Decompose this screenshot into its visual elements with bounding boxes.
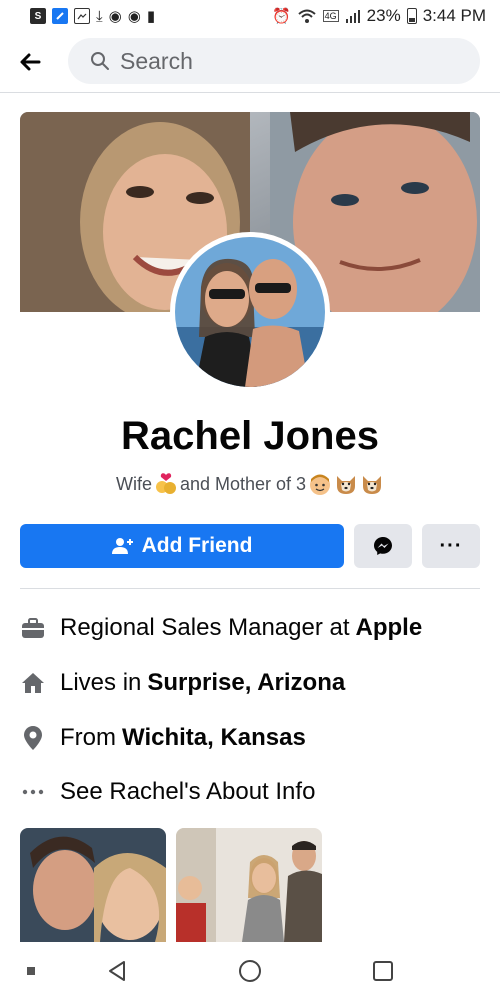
from-prefix: From xyxy=(60,724,116,751)
wifi-icon xyxy=(297,9,316,23)
message-button[interactable] xyxy=(354,524,412,568)
profile-picture[interactable] xyxy=(170,232,330,392)
more-dots-icon xyxy=(20,779,46,805)
nav-back-button[interactable] xyxy=(104,958,130,984)
facebook-icon xyxy=(52,8,68,24)
top-bar xyxy=(0,38,500,86)
bio-text-wife: Wife xyxy=(115,473,152,494)
more-options-button[interactable]: ··· xyxy=(422,524,480,568)
back-button[interactable] xyxy=(0,38,60,86)
actions-divider xyxy=(20,588,480,589)
photo-thumbnail[interactable] xyxy=(176,828,322,942)
download-icon: ⤓ xyxy=(96,7,103,25)
status-bar: S ⤓ ◉ ◉ ▮ ⏰ 4G 23% 3:44 PM xyxy=(0,0,500,32)
profile-bio: Wife and Mother of 3 xyxy=(0,472,500,496)
back-arrow-icon xyxy=(20,53,41,71)
intro-from: From Wichita, Kansas xyxy=(20,720,480,756)
home-icon xyxy=(20,670,46,696)
alarm-icon: ⏰ xyxy=(271,7,291,25)
eye-icon: ◉ xyxy=(108,7,122,25)
dog-emoji-icon xyxy=(363,476,382,494)
header-divider xyxy=(0,92,500,93)
work-company[interactable]: Apple xyxy=(356,614,423,642)
intro-work: Regional Sales Manager at Apple xyxy=(20,610,480,646)
search-input[interactable] xyxy=(120,47,440,75)
search-bar[interactable] xyxy=(68,38,480,84)
status-time: 3:44 PM xyxy=(422,6,486,25)
briefcase-icon xyxy=(20,615,46,641)
messenger-icon xyxy=(374,537,392,555)
profile-name: Rachel Jones xyxy=(121,414,379,458)
about-info-label: See Rachel's About Info xyxy=(60,778,316,805)
nav-dot-icon xyxy=(26,966,36,976)
boy-emoji-icon xyxy=(310,474,331,495)
nav-recents-icon xyxy=(373,961,393,981)
network-type: 4G xyxy=(322,10,339,22)
location-pin-icon xyxy=(20,725,46,751)
s-app-icon: S xyxy=(30,8,46,24)
intro-lives-in: Lives in Surprise, Arizona xyxy=(20,665,480,701)
nav-back-icon xyxy=(109,961,125,981)
status-notifications: S ⤓ ◉ ◉ ▮ xyxy=(30,8,155,24)
nav-home-button[interactable] xyxy=(237,958,263,984)
photo-thumbnail[interactable] xyxy=(20,828,166,942)
search-icon xyxy=(91,52,109,70)
nav-recents-button[interactable] xyxy=(370,958,396,984)
from-place[interactable]: Wichita, Kansas xyxy=(122,724,306,752)
work-prefix: Regional Sales Manager at xyxy=(60,614,350,641)
bio-text-mother: and Mother of 3 xyxy=(179,473,307,494)
eye-icon: ◉ xyxy=(127,7,141,25)
add-friend-button[interactable]: Add Friend xyxy=(20,524,344,568)
status-system: ⏰ 4G 23% 3:44 PM xyxy=(272,6,486,26)
dog-emoji-icon xyxy=(337,476,356,494)
lock-icon: ▮ xyxy=(146,7,156,25)
couple-heart-emoji-icon xyxy=(155,473,176,494)
see-about-info-link[interactable]: See Rachel's About Info xyxy=(20,774,480,810)
add-friend-label: Add Friend xyxy=(141,534,253,557)
signal-icon xyxy=(345,10,360,23)
lives-place[interactable]: Surprise, Arizona xyxy=(147,669,345,697)
battery-icon xyxy=(406,8,417,24)
lives-prefix: Lives in xyxy=(60,669,142,696)
system-navigation-bar xyxy=(0,942,500,1000)
add-friend-icon xyxy=(111,538,133,554)
nav-home-icon xyxy=(239,960,261,982)
image-icon xyxy=(74,8,90,24)
battery-percent: 23% xyxy=(366,6,401,25)
